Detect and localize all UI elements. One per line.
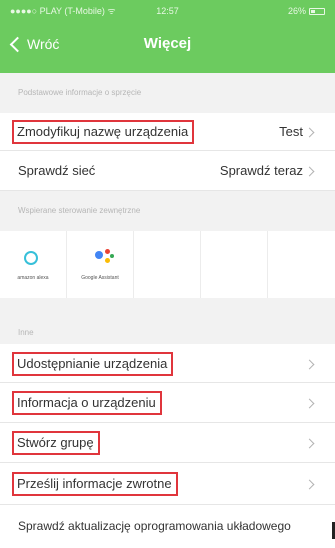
battery-indicator: 26% <box>288 0 325 22</box>
service-google-assistant[interactable]: Google Assistant <box>67 231 134 298</box>
chevron-right-icon <box>304 398 315 409</box>
status-bar: ●●●●○ PLAY (T-Mobile) ᯤ 12:57 26% <box>0 0 335 22</box>
row-label: Sprawdź sieć <box>18 163 96 178</box>
clock: 12:57 <box>156 6 179 16</box>
google-assistant-icon <box>95 249 115 267</box>
row-label: Stwórz grupę <box>12 431 100 455</box>
chevron-right-icon <box>304 479 315 490</box>
row-device-sharing[interactable]: Udostępnianie urządzenia <box>0 344 335 383</box>
service-caption: amazon alexa <box>17 275 49 281</box>
section-header-external-control: Wspierane sterowanie zewnętrzne <box>0 191 335 231</box>
row-check-network[interactable]: Sprawdź sieć Sprawdź teraz <box>0 151 335 191</box>
device-name-value: Test <box>279 124 303 139</box>
row-send-feedback[interactable]: Prześlij informacje zwrotne <box>0 463 335 505</box>
service-empty-slot <box>201 231 268 298</box>
service-empty-slot <box>268 231 335 298</box>
row-label: Sprawdź aktualizację oprogramowania ukła… <box>18 519 291 533</box>
row-create-group[interactable]: Stwórz grupę <box>0 423 335 463</box>
external-services-grid: amazon alexa Google Assistant <box>0 231 335 298</box>
battery-percent: 26% <box>287 6 306 16</box>
app-header: ●●●●○ PLAY (T-Mobile) ᯤ 12:57 26% Wróć W… <box>0 0 335 73</box>
service-amazon-alexa[interactable]: amazon alexa <box>0 231 67 298</box>
chevron-right-icon <box>304 166 315 177</box>
service-caption: Google Assistant <box>81 275 119 281</box>
row-label: Zmodyfikuj nazwę urządzenia <box>12 120 195 144</box>
service-empty-slot <box>134 231 201 298</box>
check-now-value: Sprawdź teraz <box>219 163 303 178</box>
chevron-right-icon <box>304 438 315 449</box>
alexa-icon <box>24 251 38 265</box>
section-header-other: Inne <box>0 298 335 344</box>
page-title: Więcej <box>143 35 192 52</box>
row-label: Informacja o urządzeniu <box>12 391 162 415</box>
row-firmware-update[interactable]: Sprawdź aktualizację oprogramowania ukła… <box>0 505 335 548</box>
nav-bar: Wróć Więcej <box>0 22 335 73</box>
section-header-basic-info: Podstawowe informacje o sprzęcie <box>0 73 335 113</box>
row-label: Prześlij informacje zwrotne <box>12 472 178 496</box>
row-modify-device-name[interactable]: Zmodyfikuj nazwę urządzenia Test <box>0 113 335 151</box>
battery-icon <box>309 7 325 15</box>
row-device-info[interactable]: Informacja o urządzeniu <box>0 383 335 423</box>
chevron-right-icon <box>304 127 315 138</box>
chevron-right-icon <box>304 359 315 370</box>
row-label: Udostępnianie urządzenia <box>12 352 174 376</box>
